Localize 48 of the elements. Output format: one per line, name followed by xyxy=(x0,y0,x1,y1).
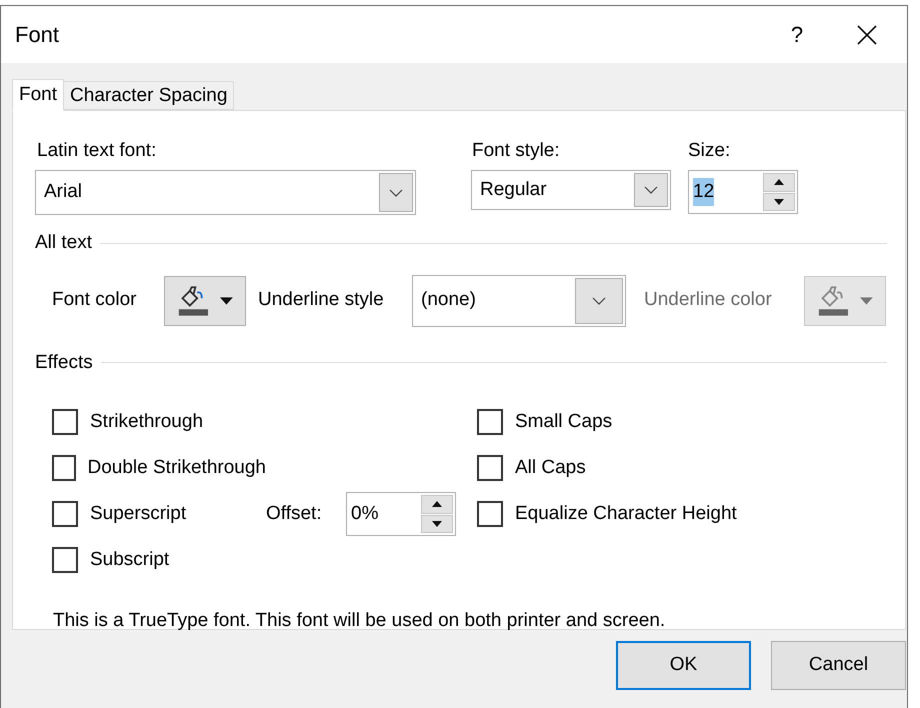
field-label: Size: xyxy=(688,139,732,163)
spin-up-icon[interactable] xyxy=(421,495,453,514)
checkbox[interactable] xyxy=(477,409,503,435)
checkbox-label: Equalize Character Height xyxy=(515,502,737,526)
caret-down-icon xyxy=(860,296,873,304)
checkbox-label: Small Caps xyxy=(515,410,612,434)
checkbox[interactable] xyxy=(52,547,78,573)
dialog-button[interactable]: Cancel xyxy=(771,641,906,690)
checkbox[interactable] xyxy=(52,501,78,527)
checkbox[interactable] xyxy=(52,455,76,481)
paint-bucket-icon xyxy=(817,284,848,318)
checkbox-label: Strikethrough xyxy=(90,410,204,434)
checkbox[interactable] xyxy=(477,501,503,527)
checkbox[interactable] xyxy=(52,409,78,435)
spin-down-icon[interactable] xyxy=(763,192,795,211)
help-button[interactable]: ? xyxy=(767,6,827,63)
chevron-down-icon xyxy=(389,188,403,196)
section-heading: All text xyxy=(35,231,92,255)
tab[interactable]: Font xyxy=(12,79,64,111)
field-label: Offset: xyxy=(266,502,323,526)
tab[interactable]: Character Spacing xyxy=(64,81,234,110)
chevron-down-icon xyxy=(592,296,606,304)
field-label: Underline style xyxy=(258,288,385,312)
size-spinner[interactable]: 12 xyxy=(688,170,798,214)
checkbox-label: Superscript xyxy=(90,502,186,526)
font-dropdown[interactable]: Arial xyxy=(35,170,416,215)
spin-down-icon[interactable] xyxy=(421,514,453,533)
color-picker-button[interactable] xyxy=(164,276,246,326)
field-label: Latin text font: xyxy=(36,139,158,163)
dialog-button[interactable]: OK xyxy=(616,641,751,690)
info-text: This is a TrueType font. This font will be used on both printer and screen. xyxy=(52,609,666,633)
chevron-down-icon xyxy=(644,186,658,194)
font-style-dropdown[interactable]: Regular xyxy=(471,170,671,210)
field-label: Font color xyxy=(52,288,138,312)
field-label: Font style: xyxy=(471,139,561,163)
paint-bucket-icon xyxy=(177,284,208,318)
underline-style-dropdown[interactable]: (none) xyxy=(412,274,626,326)
checkbox[interactable] xyxy=(477,455,503,481)
checkbox-label: Subscript xyxy=(90,548,170,572)
spin-up-icon[interactable] xyxy=(763,173,795,192)
window-title: Font xyxy=(15,21,60,49)
checkbox-label: All Caps xyxy=(515,456,586,480)
caret-down-icon xyxy=(220,296,233,304)
checkbox-label: Double Strikethrough xyxy=(88,456,266,480)
offset-spinner[interactable]: 0% xyxy=(346,492,456,536)
field-label: Underline color xyxy=(644,288,773,312)
section-heading: Effects xyxy=(35,350,93,374)
close-icon xyxy=(857,24,877,44)
